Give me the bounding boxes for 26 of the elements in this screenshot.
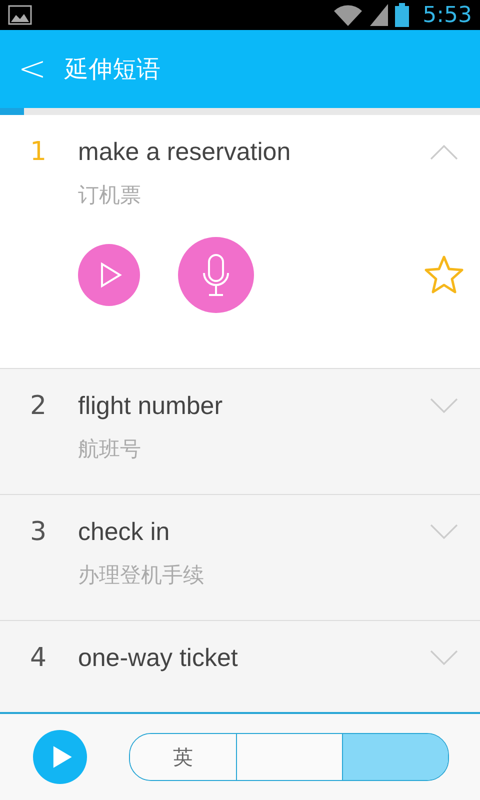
signal-icon (368, 3, 389, 27)
wifi-icon (332, 3, 363, 27)
phrase-translation: 航班号 (78, 436, 142, 463)
phrase-number: 1 (30, 137, 48, 167)
phrase-text: check in (78, 518, 171, 546)
phrase-text: make a reservation (78, 138, 292, 166)
phrase-row[interactable]: 1 make a reservation 订机票 (0, 115, 480, 369)
chevron-down-icon[interactable] (430, 398, 458, 414)
battery-icon (394, 3, 409, 27)
play-button[interactable] (33, 730, 87, 784)
phrase-translation: 办理登机手续 (78, 562, 205, 589)
phrase-number: 4 (30, 643, 48, 673)
chevron-up-icon[interactable] (430, 144, 458, 160)
picture-notification-icon (8, 5, 32, 25)
language-tab[interactable] (342, 734, 448, 780)
phrase-translation: 订机票 (78, 182, 142, 209)
star-icon[interactable] (424, 255, 464, 295)
microphone-icon (201, 253, 231, 297)
phrase-text: flight number (78, 392, 224, 420)
phrase-number: 2 (30, 391, 48, 421)
chevron-down-icon[interactable] (430, 524, 458, 540)
status-time: 5:53 (422, 2, 472, 28)
chevron-down-icon[interactable] (430, 650, 458, 666)
page-title: 延伸短语 (64, 54, 160, 85)
phrase-number: 3 (30, 517, 48, 547)
phrase-text: one-way ticket (78, 644, 239, 672)
